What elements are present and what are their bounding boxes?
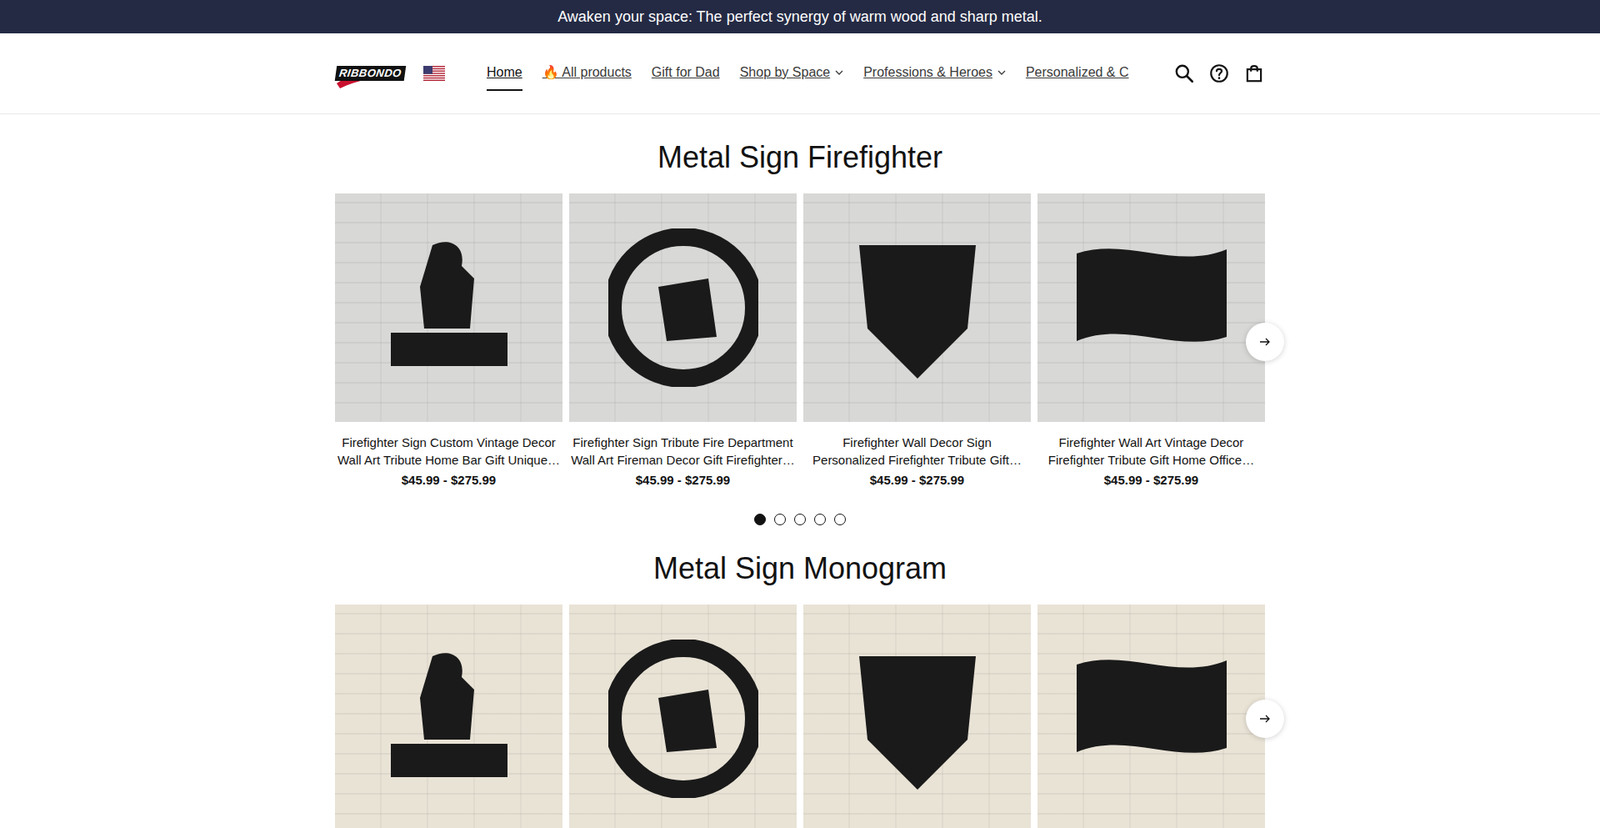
nav-label: Gift for Dad [651, 62, 720, 83]
product-photo[interactable] [335, 604, 563, 828]
product-title[interactable]: Firefighter Wall Decor Sign Personalized… [803, 433, 1031, 469]
product-price: $45.99 - $275.99 [335, 470, 563, 490]
product-title[interactable]: Firefighter Sign Custom Vintage Decor Wa… [335, 433, 563, 469]
carousel-dot[interactable] [794, 513, 806, 525]
nav-label: Shop by Space [740, 62, 831, 83]
nav-item[interactable]: Gift for Dad [651, 55, 720, 91]
announcement-text: Awaken your space: The perfect synergy o… [557, 5, 1043, 29]
product-card[interactable]: Firefighter Sign Tribute Fire Department… [569, 193, 797, 490]
product-grid: Firefighter Sign Custom Vintage Decor Wa… [335, 193, 1265, 490]
product-photo[interactable] [803, 193, 1031, 422]
carousel-dot[interactable] [814, 513, 826, 525]
product-card[interactable]: Firefighter Sign Custom Vintage Decor Wa… [335, 193, 563, 490]
product-title[interactable]: Firefighter Wall Art Vintage Decor Firef… [1037, 433, 1265, 469]
product-card[interactable] [569, 604, 797, 828]
announcement-bar: Awaken your space: The perfect synergy o… [0, 0, 1600, 34]
carousel-dot[interactable] [754, 513, 766, 525]
nav-label: Personalized & C [1025, 62, 1130, 83]
product-grid [335, 604, 1265, 828]
product-carousel: Firefighter Sign Custom Vintage Decor Wa… [335, 193, 1265, 490]
product-carousel [335, 604, 1265, 828]
next-button[interactable] [1245, 699, 1285, 738]
product-card[interactable]: Firefighter Wall Decor Sign Personalized… [803, 193, 1031, 490]
nav-label: Professions & Heroes [863, 62, 993, 83]
header-inner: RIBBONDO Home 🔥 All products Gift for Dad Sh… [335, 55, 1265, 91]
product-price: $45.99 - $275.99 [1037, 470, 1265, 490]
nav-item[interactable]: Shop by Space [740, 55, 845, 91]
nav-item[interactable]: 🔥 All products [542, 55, 632, 91]
product-section: Metal Sign Monogram [335, 550, 1265, 828]
header-icons [1173, 62, 1265, 85]
section-title: Metal Sign Firefighter [335, 139, 1265, 175]
product-card[interactable] [1037, 604, 1265, 828]
search-icon[interactable] [1173, 62, 1195, 85]
metal-sign-icon [842, 228, 993, 387]
chevron-down-icon [835, 68, 844, 77]
metal-sign-icon [608, 228, 759, 387]
product-photo[interactable] [569, 193, 797, 422]
product-card[interactable] [803, 604, 1031, 828]
nav-label: 🔥 All products [542, 62, 632, 83]
nav-item[interactable]: Professions & Heroes [863, 55, 1006, 91]
product-photo[interactable] [335, 193, 563, 422]
carousel-dot[interactable] [834, 513, 846, 525]
nav-item[interactable]: Home [486, 55, 523, 91]
product-photo[interactable] [1037, 604, 1265, 828]
nav-item[interactable]: Personalized & C [1025, 55, 1130, 91]
arrow-right-icon [1258, 335, 1272, 349]
nav-label: Home [486, 62, 523, 83]
metal-sign-icon [1076, 639, 1227, 798]
metal-sign-icon [374, 639, 525, 798]
metal-sign-icon [1076, 228, 1227, 387]
site-header: RIBBONDO Home 🔥 All products Gift for Dad Sh… [0, 33, 1600, 115]
us-flag-icon[interactable] [423, 65, 445, 81]
logo-text: RIBBONDO [334, 65, 405, 81]
carousel-dot[interactable] [774, 513, 786, 525]
product-price: $45.99 - $275.99 [803, 470, 1031, 490]
metal-sign-icon [842, 639, 993, 798]
main-nav: Home 🔥 All products Gift for Dad Shop by Sp… [486, 55, 1130, 91]
carousel-dots [335, 513, 1265, 525]
product-title[interactable]: Firefighter Sign Tribute Fire Department… [569, 433, 797, 469]
product-photo[interactable] [1037, 193, 1265, 422]
product-section: Metal Sign Firefighter Firefighter Sign C… [335, 139, 1265, 525]
product-card[interactable]: Firefighter Wall Art Vintage Decor Firef… [1037, 193, 1265, 490]
product-card[interactable] [335, 604, 563, 828]
product-price: $45.99 - $275.99 [569, 470, 797, 490]
section-title: Metal Sign Monogram [335, 550, 1265, 586]
arrow-right-icon [1258, 711, 1272, 725]
shopping-bag-icon[interactable] [1243, 62, 1265, 85]
help-icon[interactable] [1208, 62, 1230, 85]
logo[interactable]: RIBBONDO [335, 56, 405, 90]
metal-sign-icon [374, 228, 525, 387]
product-photo[interactable] [569, 604, 797, 828]
chevron-down-icon [997, 68, 1006, 77]
metal-sign-icon [608, 639, 759, 798]
product-photo[interactable] [803, 604, 1031, 828]
next-button[interactable] [1245, 322, 1285, 361]
